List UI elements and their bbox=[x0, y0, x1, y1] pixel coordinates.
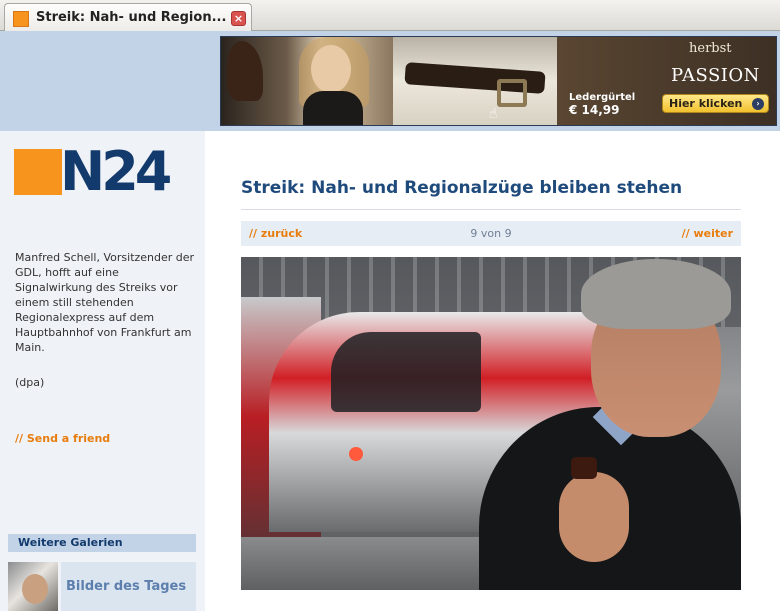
model-sweater bbox=[303, 91, 363, 125]
gallery-thumbnail[interactable] bbox=[8, 562, 58, 611]
gallery-photo[interactable] bbox=[241, 257, 741, 590]
top-band: Ledergürtel € 14,99 herbst PASSION Hier … bbox=[0, 31, 780, 131]
article-headline: Streik: Nah- und Regionalzüge bleiben st… bbox=[241, 178, 683, 198]
arrow-right-icon: › bbox=[752, 98, 764, 110]
gallery-link-bilder-des-tages[interactable]: Bilder des Tages bbox=[61, 562, 196, 611]
banner-cta-button[interactable]: Hier klicken › bbox=[662, 94, 769, 113]
more-galleries-heading: Weitere Galerien bbox=[8, 534, 196, 552]
belt-buckle bbox=[497, 79, 527, 107]
man-hair bbox=[581, 259, 731, 329]
n24-logo[interactable]: N24 bbox=[14, 140, 176, 203]
photo-credit: (dpa) bbox=[15, 376, 45, 389]
main-content: Streik: Nah- und Regionalzüge bleiben st… bbox=[205, 131, 780, 611]
banner-cta-label: Hier klicken bbox=[669, 97, 743, 110]
banner-product-label: Ledergürtel bbox=[569, 92, 636, 103]
sidebar: N24 Manfred Schell, Vorsitzender der GDL… bbox=[0, 131, 205, 611]
web-page: Ledergürtel € 14,99 herbst PASSION Hier … bbox=[0, 31, 780, 611]
thumbnail-face bbox=[22, 574, 48, 604]
banner-model-image bbox=[221, 37, 393, 125]
banner-price: € 14,99 bbox=[569, 103, 620, 117]
banner-ad-panel: Ledergürtel € 14,99 herbst PASSION Hier … bbox=[557, 37, 776, 125]
gallery-counter: 9 von 9 bbox=[470, 227, 512, 240]
man-hand bbox=[559, 472, 629, 562]
banner-belt-image bbox=[393, 37, 557, 125]
banner-brand-line1: herbst bbox=[689, 41, 732, 56]
browser-tab[interactable]: Streik: Nah- und Region... × bbox=[4, 3, 252, 31]
favicon-icon bbox=[13, 11, 29, 27]
close-tab-icon[interactable]: × bbox=[231, 11, 246, 26]
pipe-icon bbox=[571, 457, 597, 479]
photo-caption: Manfred Schell, Vorsitzender der GDL, ho… bbox=[15, 251, 195, 354]
advertisement-banner[interactable]: Ledergürtel € 14,99 herbst PASSION Hier … bbox=[220, 36, 777, 126]
gallery-navigation: // zurück 9 von 9 // weiter bbox=[241, 221, 741, 246]
train-light bbox=[349, 447, 363, 461]
logo-orange-square bbox=[14, 149, 62, 195]
hand-cursor-icon: ☝ bbox=[489, 106, 498, 122]
next-link[interactable]: // weiter bbox=[682, 227, 733, 240]
logo-text: N24 bbox=[60, 140, 172, 203]
browser-tab-bar: Streik: Nah- und Region... × bbox=[0, 0, 780, 31]
model-face bbox=[311, 45, 351, 93]
tab-title: Streik: Nah- und Region... bbox=[36, 10, 227, 25]
send-a-friend-link[interactable]: // Send a friend bbox=[15, 432, 110, 445]
banner-brand-line2: PASSION bbox=[671, 65, 760, 86]
headline-divider bbox=[241, 209, 741, 210]
horse-head-image bbox=[227, 41, 263, 101]
train-windshield bbox=[331, 332, 481, 412]
